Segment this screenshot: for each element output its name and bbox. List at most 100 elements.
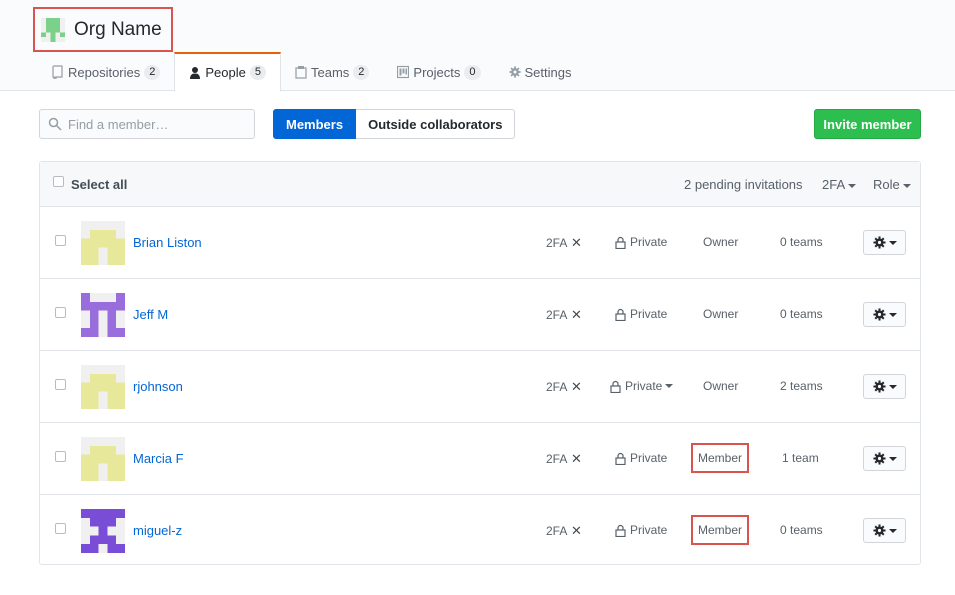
tab-repositories[interactable]: Repositories 2 xyxy=(38,52,174,92)
member-settings-button[interactable] xyxy=(863,518,906,543)
close-icon: ✕ xyxy=(571,523,582,538)
member-teams-link[interactable]: 0 teams xyxy=(780,523,823,537)
member-search[interactable] xyxy=(39,109,255,139)
tfa-label: 2FA xyxy=(546,380,567,394)
gear-icon xyxy=(872,524,886,537)
lock-icon xyxy=(615,236,626,249)
member-checkbox[interactable] xyxy=(55,235,66,246)
tfa-label: 2FA xyxy=(546,524,567,538)
member-settings-button[interactable] xyxy=(863,230,906,255)
invite-member-button[interactable]: Invite member xyxy=(814,109,921,139)
role-filter-dropdown[interactable]: Role xyxy=(873,177,911,192)
avatar[interactable] xyxy=(81,221,125,265)
avatar[interactable] xyxy=(81,437,125,481)
tfa-filter-dropdown[interactable]: 2FA xyxy=(822,177,857,192)
org-title[interactable]: Org Name xyxy=(33,7,173,52)
project-icon xyxy=(397,65,410,79)
select-all-checkbox[interactable] xyxy=(53,176,64,187)
search-input[interactable] xyxy=(68,116,248,132)
tab-label: Settings xyxy=(524,64,572,80)
member-checkbox[interactable] xyxy=(55,523,66,534)
tfa-status: 2FA ✕ xyxy=(546,307,582,323)
member-row: Brian Liston 2FA ✕ Private Owner 0 teams xyxy=(40,207,920,279)
tab-label: Teams xyxy=(311,64,350,80)
team-icon xyxy=(295,66,307,79)
avatar[interactable] xyxy=(81,365,125,409)
lock-icon xyxy=(615,524,626,537)
identicon-image xyxy=(81,221,125,265)
tab-teams[interactable]: Teams 2 xyxy=(281,52,383,92)
org-name: Org Name xyxy=(74,18,162,40)
member-checkbox[interactable] xyxy=(55,451,66,462)
visibility-label: Private xyxy=(630,235,668,249)
avatar[interactable] xyxy=(81,509,125,553)
member-settings-button[interactable] xyxy=(863,302,906,327)
member-teams-link[interactable]: 0 teams xyxy=(780,307,823,321)
close-icon: ✕ xyxy=(571,379,582,394)
gear-icon xyxy=(508,66,521,78)
member-name-link[interactable]: Brian Liston xyxy=(133,235,202,250)
tab-people[interactable]: People 5 xyxy=(174,52,281,92)
identicon-image xyxy=(81,509,125,553)
chevron-down-icon xyxy=(665,384,674,388)
close-icon: ✕ xyxy=(571,235,582,250)
member-name-link[interactable]: Jeff M xyxy=(133,307,168,322)
outside-collaborators-button[interactable]: Outside collaborators xyxy=(356,109,516,139)
tab-counter: 2 xyxy=(144,64,161,80)
gear-icon xyxy=(872,308,886,321)
member-settings-button[interactable] xyxy=(863,446,906,471)
tab-projects[interactable]: Projects 0 xyxy=(383,52,494,92)
chevron-down-icon xyxy=(888,312,897,317)
close-icon: ✕ xyxy=(571,451,582,466)
member-teams-link[interactable]: 2 teams xyxy=(780,379,823,393)
tab-settings[interactable]: Settings xyxy=(495,52,586,92)
person-icon xyxy=(190,66,201,79)
identicon-image xyxy=(81,437,125,481)
tfa-label: 2FA xyxy=(546,236,567,250)
member-filter: Members Outside collaborators xyxy=(273,109,516,139)
visibility-label: Private xyxy=(630,523,668,537)
member-role[interactable]: Owner xyxy=(703,307,738,321)
gear-icon xyxy=(872,236,886,249)
member-settings-button[interactable] xyxy=(863,374,906,399)
member-teams-link[interactable]: 1 team xyxy=(782,451,819,465)
member-checkbox[interactable] xyxy=(55,379,66,390)
member-role[interactable]: Owner xyxy=(703,379,738,393)
tfa-status: 2FA ✕ xyxy=(546,235,582,251)
member-name-link[interactable]: rjohnson xyxy=(133,379,183,394)
member-name-link[interactable]: Marcia F xyxy=(133,451,184,466)
member-role[interactable]: Member xyxy=(691,515,750,545)
member-teams-link[interactable]: 0 teams xyxy=(780,235,823,249)
membership-visibility: Private xyxy=(615,451,667,465)
tfa-filter-label: 2FA xyxy=(822,177,846,192)
member-role[interactable]: Owner xyxy=(703,235,738,249)
tab-counter: 2 xyxy=(353,64,370,80)
visibility-label: Private xyxy=(630,451,668,465)
avatar[interactable] xyxy=(81,293,125,337)
org-avatar xyxy=(41,17,65,42)
member-role[interactable]: Member xyxy=(691,443,750,473)
chevron-down-icon xyxy=(888,384,897,389)
identicon-image xyxy=(81,365,125,409)
role-filter-label: Role xyxy=(873,177,900,192)
org-nav-tabs: Repositories 2 People 5 Teams 2 Projects… xyxy=(38,52,586,92)
membership-visibility: Private xyxy=(615,235,667,249)
members-filter-button[interactable]: Members xyxy=(273,109,357,139)
table-header: Select all 2 pending invitations 2FA Rol… xyxy=(40,162,920,207)
tab-counter: 5 xyxy=(249,65,266,80)
tab-counter: 0 xyxy=(464,64,481,80)
member-name-link[interactable]: miguel-z xyxy=(133,523,182,538)
repo-icon xyxy=(52,65,63,79)
membership-visibility[interactable]: Private xyxy=(610,379,674,393)
membership-visibility: Private xyxy=(615,307,667,321)
member-checkbox[interactable] xyxy=(55,307,66,318)
member-row: rjohnson 2FA ✕ Private Owner 2 teams xyxy=(40,351,920,423)
membership-visibility: Private xyxy=(615,523,667,537)
tfa-status: 2FA ✕ xyxy=(546,523,582,539)
search-icon xyxy=(48,117,62,131)
pending-invitations-link[interactable]: 2 pending invitations xyxy=(684,177,803,192)
lock-icon xyxy=(615,308,626,321)
tfa-status: 2FA ✕ xyxy=(546,451,582,467)
lock-icon xyxy=(610,380,621,393)
close-icon: ✕ xyxy=(571,307,582,322)
